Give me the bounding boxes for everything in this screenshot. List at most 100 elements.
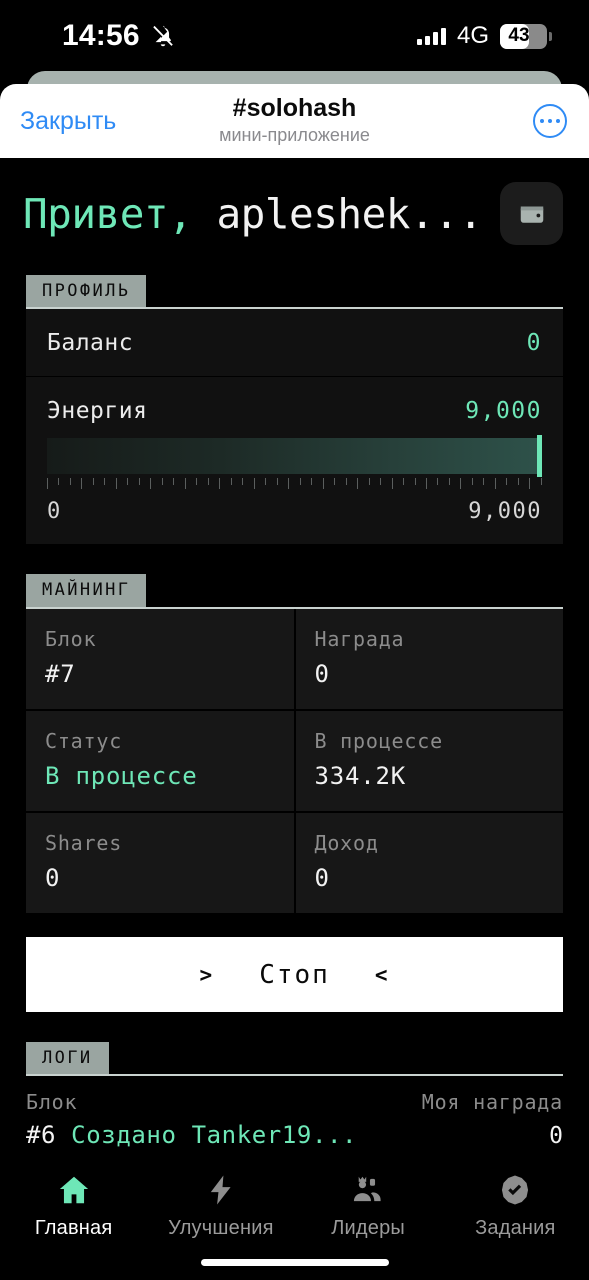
log-message: Создано Tanker19... (71, 1121, 358, 1150)
energy-header: Энергия 9,000 (47, 377, 542, 438)
balance-value: 0 (526, 330, 542, 357)
energy-progress-cap (537, 435, 542, 478)
balance-label: Баланс (47, 330, 134, 357)
network-type: 4G (456, 22, 489, 49)
energy-tick-marks (47, 478, 542, 490)
cell-value: 0 (45, 863, 61, 892)
leaderboard-icon (354, 1176, 381, 1202)
logs-section-header: ЛОГИ (26, 1042, 563, 1077)
tick-mark (403, 478, 405, 486)
tick-mark (265, 478, 267, 486)
tick-mark (391, 478, 393, 490)
log-reward-value: 0 (549, 1123, 563, 1150)
wallet-button[interactable] (500, 182, 563, 245)
mining-section-header: МАЙНИНГ (26, 574, 563, 609)
tick-mark (127, 478, 129, 486)
cell-value: В процессе (45, 761, 198, 790)
mining-cell-shares: Shares 0 (26, 812, 294, 914)
cell-value: 0 (314, 659, 330, 688)
mining-cell-reward: Награда 0 (295, 608, 563, 709)
tick-mark (357, 478, 359, 490)
tick-mark (345, 478, 347, 486)
tick-mark (425, 478, 427, 490)
cell-label: Блок (45, 626, 97, 651)
bell-muted-icon (152, 25, 173, 47)
right-chevron-icon: < (374, 962, 390, 987)
balance-row[interactable]: Баланс 0 (26, 309, 563, 376)
energy-min-label: 0 (47, 499, 62, 525)
sidebar-item-label: Главная (34, 1217, 113, 1239)
tick-mark (448, 478, 450, 486)
tick-mark (276, 478, 278, 486)
home-icon (59, 1176, 88, 1204)
tick-mark (471, 478, 473, 486)
status-bar-left: 14:56 (62, 19, 176, 53)
tick-mark (81, 478, 83, 490)
energy-legend: 0 9,000 (47, 499, 542, 524)
log-col-block: Блок (26, 1090, 78, 1115)
tick-mark (299, 478, 301, 486)
energy-block: Энергия 9,000 0 9,000 (26, 377, 563, 544)
tick-mark (58, 478, 60, 486)
tick-mark (92, 478, 94, 486)
ios-status-bar: 14:56 4G 43 (0, 0, 589, 72)
tick-mark (253, 478, 255, 490)
mining-cell-progress: В процессе 334.2K (295, 710, 563, 811)
stop-button-label: Стоп (259, 959, 330, 990)
tick-mark (529, 478, 531, 490)
log-block-number: #6 (26, 1121, 57, 1150)
phone-screen: 14:56 4G 43 Закрыть #solohash мини-прило (0, 0, 589, 1280)
tick-mark (47, 478, 48, 490)
tick-mark (173, 478, 175, 486)
log-row-header: Блок Моя награда (26, 1090, 563, 1114)
tick-mark (150, 478, 152, 490)
miniapp-content: Привет, apleshek... ПРОФИЛЬ Баланс 0 Эне… (0, 158, 589, 1280)
tick-mark (104, 478, 106, 486)
cell-label: Shares (45, 830, 123, 855)
profile-section-tab: ПРОФИЛЬ (26, 275, 147, 308)
stop-mining-button[interactable]: > Стоп < (26, 937, 563, 1013)
mining-cell-status: Статус В процессе (26, 710, 294, 811)
sidebar-item-upgrades[interactable]: Улучшения (147, 1172, 294, 1240)
close-button[interactable]: Закрыть (20, 107, 116, 136)
profile-card: Баланс 0 Энергия 9,000 0 9,000 (26, 309, 563, 545)
tick-mark (322, 478, 324, 490)
sidebar-item-tasks[interactable]: Задания (442, 1172, 589, 1240)
tick-mark (414, 478, 416, 486)
tick-mark (460, 478, 462, 490)
tick-mark (230, 478, 232, 486)
cell-value: #7 (45, 659, 76, 688)
mining-section: МАЙНИНГ Блок #7 Награда 0 Статус В проце… (0, 574, 589, 914)
left-chevron-icon: > (199, 962, 215, 987)
mining-section-tab: МАЙНИНГ (26, 574, 147, 607)
tick-mark (115, 478, 117, 490)
sidebar-item-leaders[interactable]: Лидеры (295, 1172, 442, 1240)
greeting-hello: Привет, (23, 189, 193, 238)
badge-check-icon (502, 1175, 529, 1205)
energy-progress-bar (47, 435, 542, 478)
mining-action-wrap: > Стоп < (0, 913, 589, 1013)
page-title: Привет, apleshek... (23, 190, 483, 238)
tick-mark (334, 478, 336, 486)
mining-cell-income: Доход 0 (295, 812, 563, 914)
home-indicator (200, 1259, 389, 1266)
more-dots-icon[interactable] (533, 104, 567, 138)
tick-mark (506, 478, 508, 486)
tick-mark (242, 478, 244, 486)
wallet-icon (520, 206, 543, 223)
log-col-reward: Моя награда (421, 1090, 563, 1115)
tick-mark (540, 478, 542, 486)
status-bar-right: 4G 43 (416, 22, 552, 50)
mining-stats-grid: Блок #7 Награда 0 Статус В процессе В пр… (26, 608, 563, 914)
log-row[interactable]: Блок Моя награда #6 Создано Tanker19... … (26, 1076, 563, 1161)
profile-section-header: ПРОФИЛЬ (26, 275, 563, 310)
tick-mark (161, 478, 163, 486)
sidebar-item-label: Задания (475, 1217, 556, 1239)
cell-label: Статус (45, 728, 123, 753)
sidebar-item-home[interactable]: Главная (0, 1172, 147, 1240)
tick-mark (196, 478, 198, 486)
telegram-miniapp-header: Закрыть #solohash мини-приложение (0, 84, 589, 158)
mining-cell-block: Блок #7 (26, 608, 294, 709)
tick-mark (437, 478, 439, 486)
energy-max-label: 9,000 (468, 499, 542, 525)
